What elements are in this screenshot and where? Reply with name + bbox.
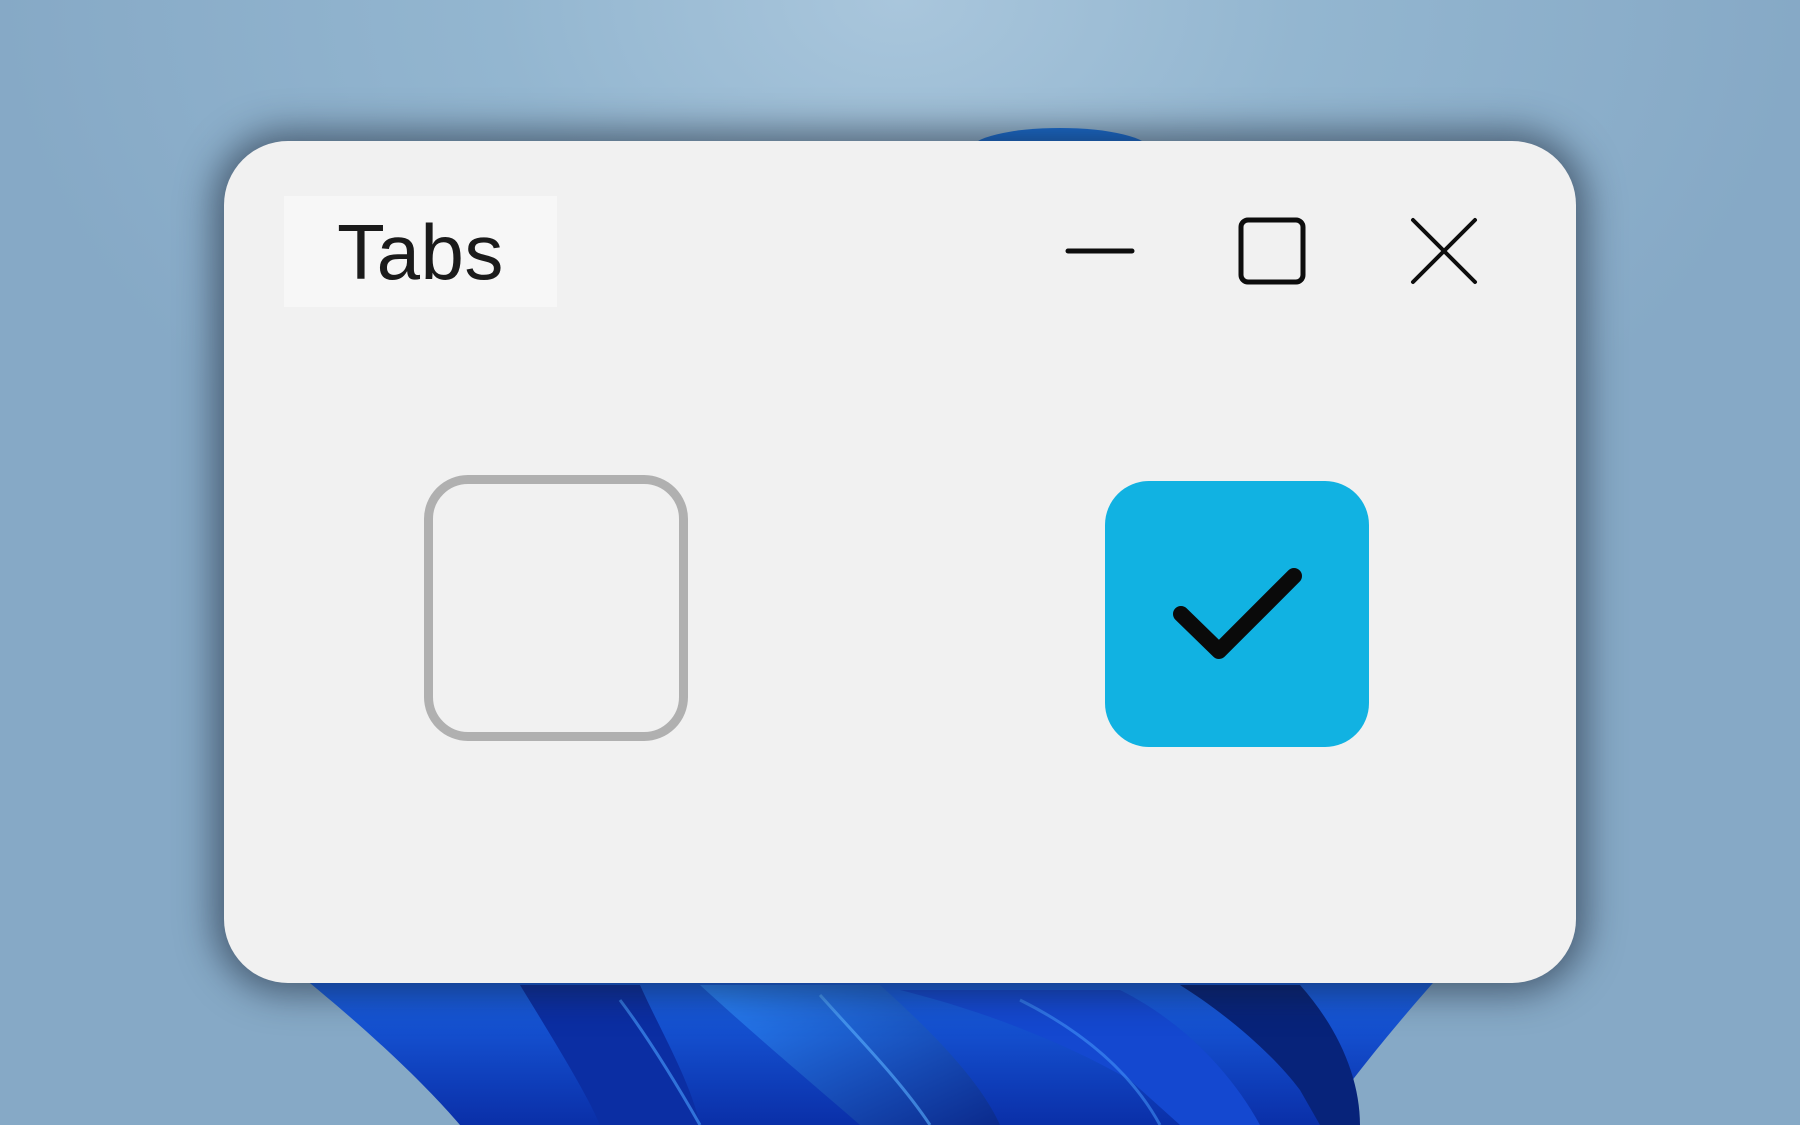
maximize-button[interactable]	[1222, 201, 1322, 301]
app-window: Tabs	[224, 141, 1576, 983]
window-title: Tabs	[337, 207, 504, 296]
window-title-chip: Tabs	[284, 196, 557, 307]
close-icon	[1411, 218, 1477, 284]
minimize-icon	[1065, 248, 1135, 254]
checkbox-checked[interactable]	[1105, 481, 1369, 747]
minimize-button[interactable]	[1050, 201, 1150, 301]
maximize-icon	[1238, 217, 1306, 285]
checkbox-unchecked[interactable]	[424, 475, 688, 741]
close-button[interactable]	[1394, 201, 1494, 301]
checkmark-icon	[1173, 568, 1302, 659]
